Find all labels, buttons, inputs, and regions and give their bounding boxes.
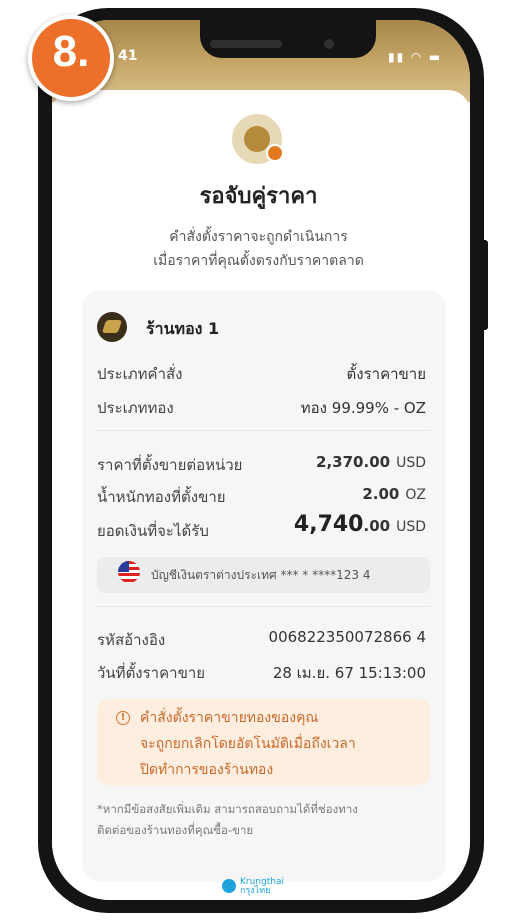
note-line-1: *หากมีข้อสงสัยเพิ่มเติม สามารถสอบถามได้ท… bbox=[97, 802, 358, 816]
signal-wifi-battery-icon: ▮▮ ◠ ▬ bbox=[388, 50, 443, 64]
total-amount-value: 4,740.00 USD bbox=[294, 512, 426, 537]
step-number: 8. bbox=[52, 27, 90, 76]
krungthai-logo-icon bbox=[222, 879, 236, 893]
subtitle-line-1: คำสั่งตั้งราคาจะถูกดำเนินการ bbox=[169, 229, 348, 245]
footer-brand: Krungthai กรุงไทย bbox=[240, 878, 284, 896]
divider bbox=[97, 606, 430, 607]
order-date-value: 28 เม.ย. 67 15:13:00 bbox=[272, 664, 426, 682]
account-text: บัญชีเงินตราต่างประเทศ *** * ****123 4 bbox=[151, 568, 371, 582]
reference-value: 006822350072866 4 bbox=[268, 628, 426, 646]
total-amount-currency: USD bbox=[396, 519, 426, 535]
gold-shop-logo-icon bbox=[97, 312, 127, 342]
unit-price-label: ราคาที่ตั้งขายต่อหน่วย bbox=[97, 456, 243, 474]
shop-name: ร้านทอง 1 bbox=[146, 319, 220, 338]
note-line-2: ติดต่อของร้านทองที่คุณซื้อ-ขาย bbox=[97, 823, 254, 837]
side-button-left-3 bbox=[43, 280, 51, 344]
reference-label: รหัสอ้างอิง bbox=[97, 631, 166, 649]
notch bbox=[200, 20, 376, 58]
unit-price-currency: USD bbox=[396, 455, 426, 471]
speaker bbox=[210, 40, 282, 48]
footer-brand-line-2: กรุงไทย bbox=[240, 886, 271, 896]
page-title: รอจับคู่ราคา bbox=[199, 184, 318, 209]
total-amount-label: ยอดเงินที่จะได้รับ bbox=[97, 522, 209, 540]
weight-label: น้ำหนักทองที่ตั้งขาย bbox=[97, 488, 226, 506]
unit-price-amount: 2,370.00 bbox=[316, 453, 391, 471]
camera bbox=[324, 39, 334, 49]
weight-unit: OZ bbox=[405, 487, 426, 503]
total-amount: 4,740 bbox=[293, 512, 364, 537]
gold-type-value: ทอง 99.99% - OZ bbox=[300, 399, 426, 417]
weight-amount: 2.00 bbox=[362, 485, 400, 503]
info-icon: ! bbox=[116, 711, 130, 725]
subtitle-line-2: เมื่อราคาที่คุณตั้งตรงกับราคาตลาด bbox=[153, 253, 364, 269]
order-date-label: วันที่ตั้งราคาขาย bbox=[97, 664, 206, 682]
us-flag-icon bbox=[118, 561, 140, 583]
order-type-label: ประเภทคำสั่ง bbox=[97, 365, 183, 383]
status-time: 41 bbox=[118, 48, 138, 64]
unit-price-value: 2,370.00 USD bbox=[316, 453, 426, 471]
warning-line-1: คำสั่งตั้งราคาขายทองของคุณ bbox=[140, 710, 319, 726]
step-number-badge: 8. bbox=[28, 15, 114, 101]
warning-line-2: จะถูกยกเลิกโดยอัตโนมัติเมื่อถึงเวลา bbox=[140, 736, 356, 752]
weight-value: 2.00 OZ bbox=[362, 485, 426, 503]
warning-line-3: ปิดทำการของร้านทอง bbox=[140, 762, 274, 778]
order-type-value: ตั้งราคาขาย bbox=[346, 365, 426, 383]
pending-match-icon bbox=[232, 114, 284, 164]
divider bbox=[97, 430, 430, 431]
total-amount-decimals: .00 bbox=[363, 517, 391, 535]
gold-type-label: ประเภททอง bbox=[97, 399, 174, 417]
